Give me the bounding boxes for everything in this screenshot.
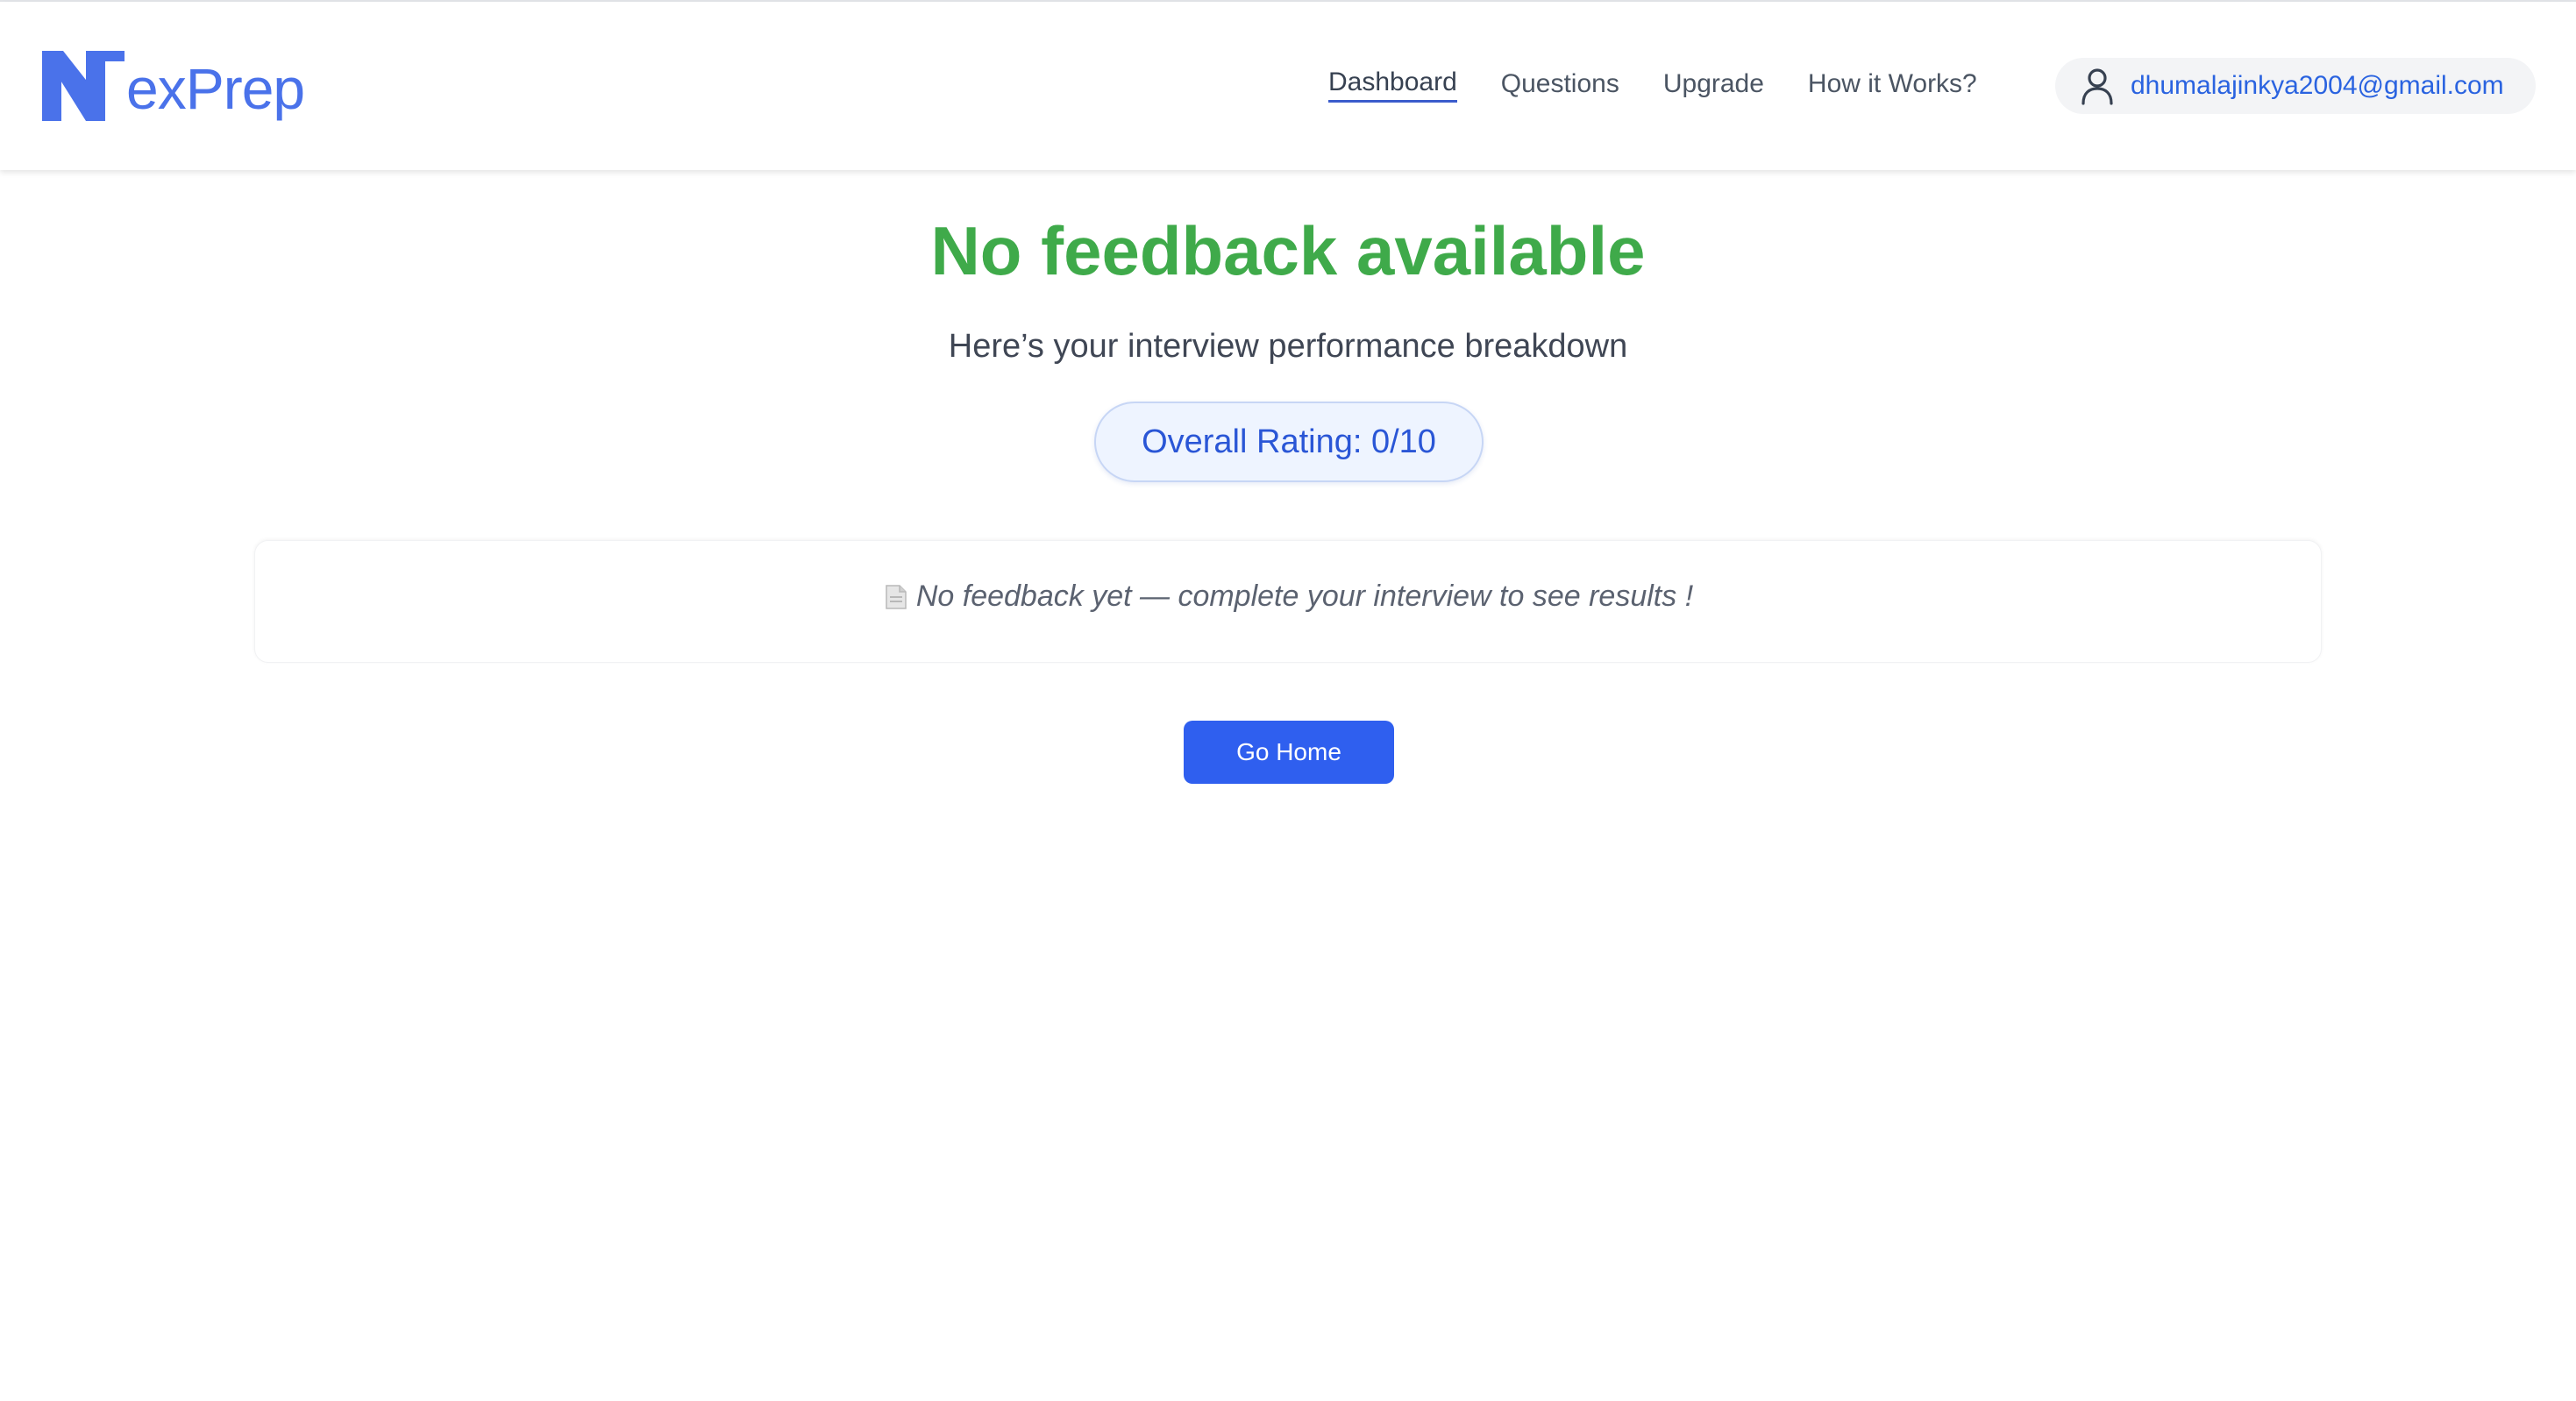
overall-rating-text: Overall Rating: 0/10	[1142, 423, 1436, 460]
page-title: No feedback available	[930, 212, 1646, 289]
feedback-page: No feedback available Here’s your interv…	[0, 170, 2576, 1401]
user-account-chip[interactable]: dhumalajinkya2004@gmail.com	[2055, 58, 2536, 114]
user-icon	[2081, 68, 2113, 105]
nav-how-it-works[interactable]: How it Works?	[1808, 67, 1977, 101]
document-icon	[886, 584, 907, 609]
feedback-card: No feedback yet — complete your intervie…	[254, 540, 2322, 663]
main-nav: Dashboard Questions Upgrade How it Works…	[1328, 65, 2021, 103]
go-home-button[interactable]: Go Home	[1184, 721, 1394, 784]
brand-logo[interactable]: exPrep	[42, 51, 305, 139]
nav-upgrade[interactable]: Upgrade	[1663, 67, 1764, 101]
nav-dashboard[interactable]: Dashboard	[1328, 65, 1457, 103]
overall-rating-badge: Overall Rating: 0/10	[1094, 402, 1484, 482]
feedback-message-text: No feedback yet — complete your intervie…	[915, 580, 1694, 613]
page-subtitle: Here’s your interview performance breakd…	[948, 328, 1628, 365]
logo-mark-icon	[42, 51, 125, 121]
top-navbar: exPrep Dashboard Questions Upgrade How i…	[0, 2, 2576, 170]
nav-questions[interactable]: Questions	[1501, 67, 1619, 101]
user-email: dhumalajinkya2004@gmail.com	[2131, 71, 2504, 100]
feedback-empty-message: No feedback yet — complete your intervie…	[883, 580, 1693, 614]
logo-text: exPrep	[126, 56, 305, 121]
